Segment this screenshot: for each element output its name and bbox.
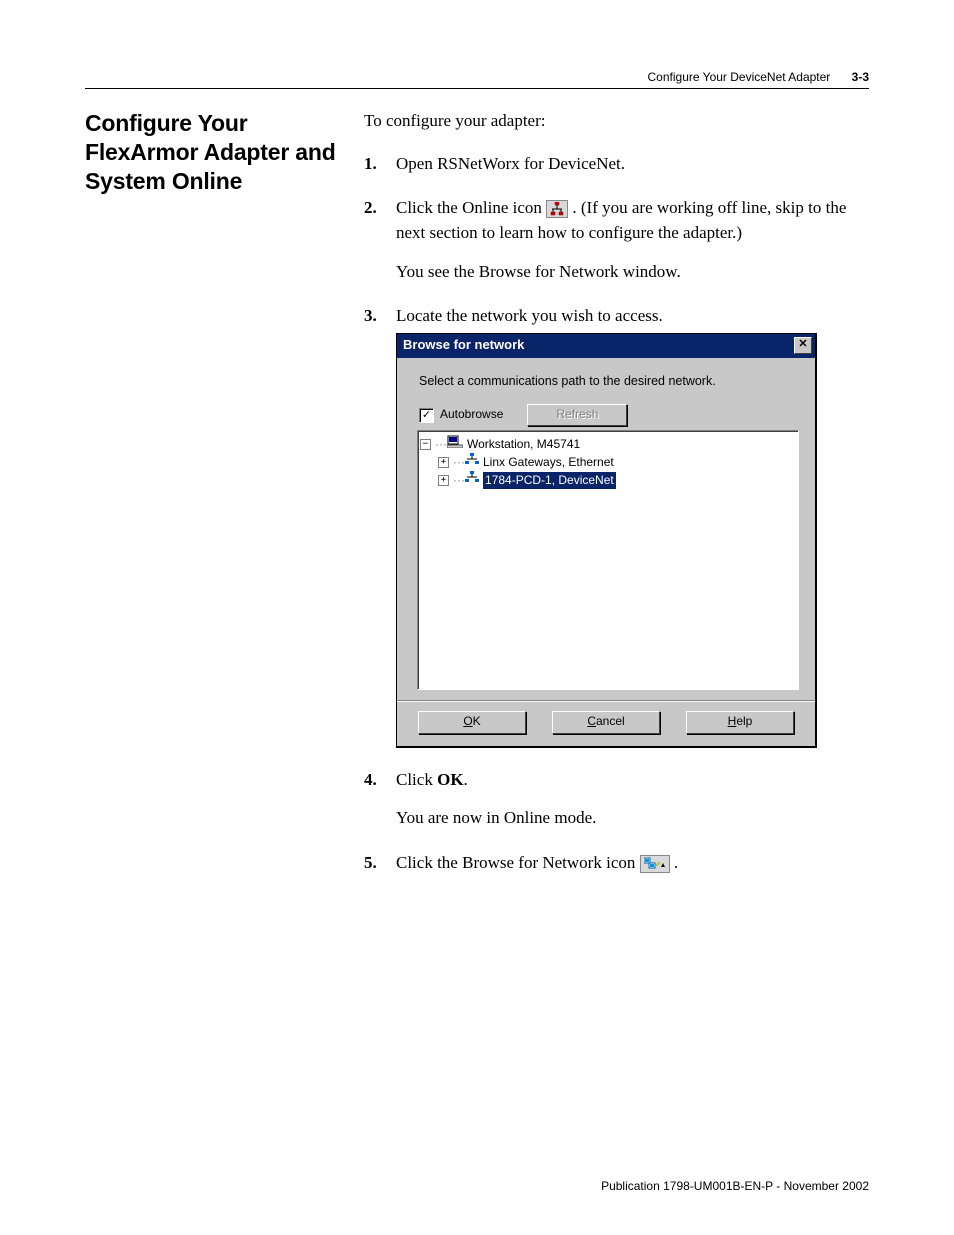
step-3: Locate the network you wish to access. B… bbox=[364, 304, 869, 747]
step-2-text-a: Click the Online icon bbox=[396, 198, 546, 217]
step-2: Click the Online icon . (If you are bbox=[364, 196, 869, 284]
intro-text: To configure your adapter: bbox=[364, 109, 869, 134]
body-column: To configure your adapter: Open RSNetWor… bbox=[364, 109, 869, 896]
network-icon bbox=[465, 453, 479, 471]
step-4-text-c: . bbox=[464, 770, 468, 789]
steps-list: Open RSNetWorx for DeviceNet. Click the … bbox=[364, 152, 869, 876]
page-number: 3-3 bbox=[852, 70, 869, 84]
dialog-instruction: Select a communications path to the desi… bbox=[419, 372, 799, 390]
step-4-follow: You are now in Online mode. bbox=[396, 806, 869, 831]
tree-root[interactable]: − ··· Workstation, M45741 bbox=[420, 435, 796, 453]
autobrowse-checkbox[interactable]: ✓ bbox=[419, 408, 434, 423]
cancel-button[interactable]: Cancel bbox=[552, 711, 660, 733]
step-3-text: Locate the network you wish to access. bbox=[396, 306, 663, 325]
tree-item-pcd[interactable]: + ··· 1784-PCD-1, DeviceNet bbox=[420, 471, 796, 489]
help-button[interactable]: Help bbox=[686, 711, 794, 733]
ok-button[interactable]: OK bbox=[418, 711, 526, 733]
step-5-text-b: . bbox=[674, 853, 678, 872]
section-heading: Configure Your FlexArmor Adapter and Sys… bbox=[85, 109, 340, 195]
browse-network-dialog: Browse for network ✕ Select a communicat… bbox=[396, 333, 817, 748]
network-icon bbox=[465, 471, 479, 489]
workstation-icon bbox=[447, 435, 463, 453]
step-5-text-a: Click the Browse for Network icon bbox=[396, 853, 640, 872]
running-title: Configure Your DeviceNet Adapter bbox=[648, 70, 831, 84]
expand-icon[interactable]: + bbox=[438, 457, 449, 468]
dialog-titlebar: Browse for network ✕ bbox=[397, 334, 815, 358]
dialog-title: Browse for network bbox=[403, 336, 524, 355]
publication-footer: Publication 1798-UM001B-EN-P - November … bbox=[601, 1179, 869, 1193]
step-2-follow: You see the Browse for Network window. bbox=[396, 260, 869, 285]
tree-linx-label: Linx Gateways, Ethernet bbox=[483, 454, 614, 471]
tree-item-linx[interactable]: + ··· Linx Gateways, Ethernet bbox=[420, 453, 796, 471]
tree-root-label: Workstation, M45741 bbox=[467, 436, 580, 453]
header-rule bbox=[85, 88, 869, 89]
step-4: Click OK. You are now in Online mode. bbox=[364, 768, 869, 831]
tree-pcd-label: 1784-PCD-1, DeviceNet bbox=[483, 472, 616, 489]
step-4-text-a: Click bbox=[396, 770, 437, 789]
autobrowse-label: Autobrowse bbox=[440, 406, 503, 423]
step-4-ok: OK bbox=[437, 770, 463, 789]
step-1-text: Open RSNetWorx for DeviceNet. bbox=[396, 154, 625, 173]
network-tree[interactable]: − ··· Workstation, M45741 + bbox=[417, 430, 799, 690]
running-header: Configure Your DeviceNet Adapter 3-3 bbox=[85, 70, 869, 84]
close-button[interactable]: ✕ bbox=[794, 337, 812, 354]
refresh-button[interactable]: Refresh bbox=[527, 404, 627, 426]
step-5: Click the Browse for Network icon . bbox=[364, 851, 869, 876]
online-icon bbox=[546, 200, 568, 218]
expand-icon[interactable]: + bbox=[438, 475, 449, 486]
collapse-icon[interactable]: − bbox=[420, 439, 431, 450]
browse-network-icon bbox=[640, 855, 670, 873]
step-1: Open RSNetWorx for DeviceNet. bbox=[364, 152, 869, 177]
